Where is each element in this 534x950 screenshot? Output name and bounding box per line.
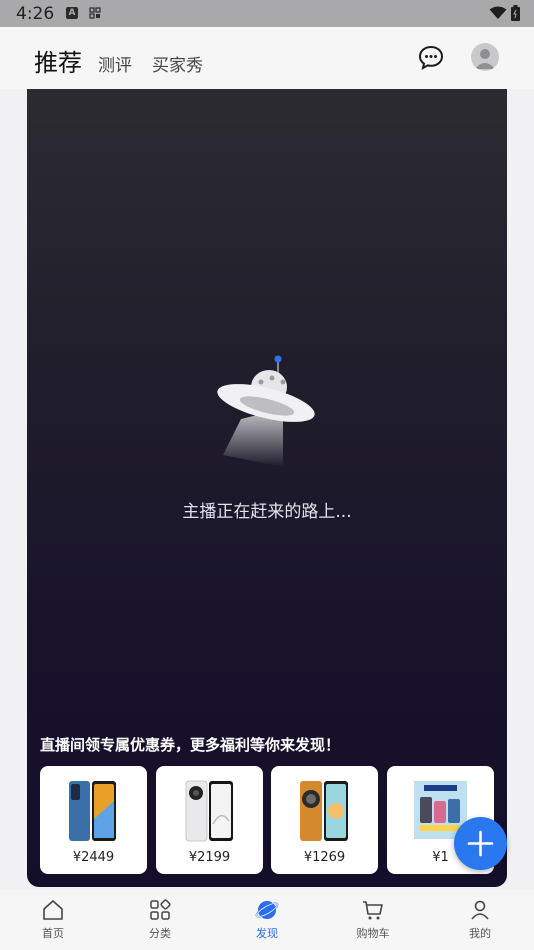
phone-product-image [69,781,116,841]
promo-text: 直播间领专属优惠券，更多福利等你来发现！ [40,736,341,754]
product-list: ¥2449 ¥2199 ¥1269 ¥1 [40,766,507,874]
ufo-illustration [217,355,315,467]
product-price: ¥2449 [72,850,115,865]
home-icon [43,900,63,920]
nav-category[interactable]: 分类 [130,898,190,941]
battery-icon [511,5,520,21]
header: 推荐 测评 买家秀 [0,27,534,89]
nav-discover[interactable]: 发现 [237,898,297,941]
live-stream-card[interactable]: 主播正在赶来的路上... 直播间领专属优惠券，更多福利等你来发现！ ¥2449 [27,89,507,887]
product-card[interactable]: ¥2449 [40,766,147,874]
nav-label: 我的 [469,927,491,940]
phone-product-image [300,781,348,841]
user-silhouette-icon [475,49,495,69]
status-bar: 4:26 A [0,0,534,27]
nav-label: 发现 [256,927,278,940]
nav-label: 购物车 [356,927,390,940]
status-right [489,5,520,21]
product-price: ¥2199 [188,850,231,865]
discover-icon [255,901,279,919]
wifi-icon [489,6,507,19]
qr-icon [89,7,101,19]
nav-label: 首页 [42,927,64,940]
profile-icon [471,900,489,920]
tab-buyer-show[interactable]: 买家秀 [152,51,203,76]
nav-profile[interactable]: 我的 [450,898,510,941]
empty-message: 主播正在赶来的路上... [182,502,352,522]
nav-home[interactable]: 首页 [23,898,83,941]
plus-icon [467,830,494,857]
add-button[interactable] [454,817,507,870]
product-card[interactable]: ¥2199 [156,766,263,874]
nav-label: 分类 [149,927,171,940]
notification-a-icon: A [66,7,78,19]
product-card[interactable]: ¥1269 [271,766,378,874]
avatar[interactable] [471,43,499,71]
status-time: 4:26 [16,4,55,24]
nav-cart[interactable]: 购物车 [343,898,403,941]
bottom-nav: 首页 分类 发现 购物车 我的 [0,890,534,950]
tab-recommend[interactable]: 推荐 [34,43,82,78]
tab-review[interactable]: 测评 [98,51,132,76]
cart-icon [363,901,383,920]
chat-icon[interactable] [418,45,444,71]
phone-product-image [185,780,233,842]
category-icon [150,899,171,920]
product-price: ¥1269 [303,850,346,865]
